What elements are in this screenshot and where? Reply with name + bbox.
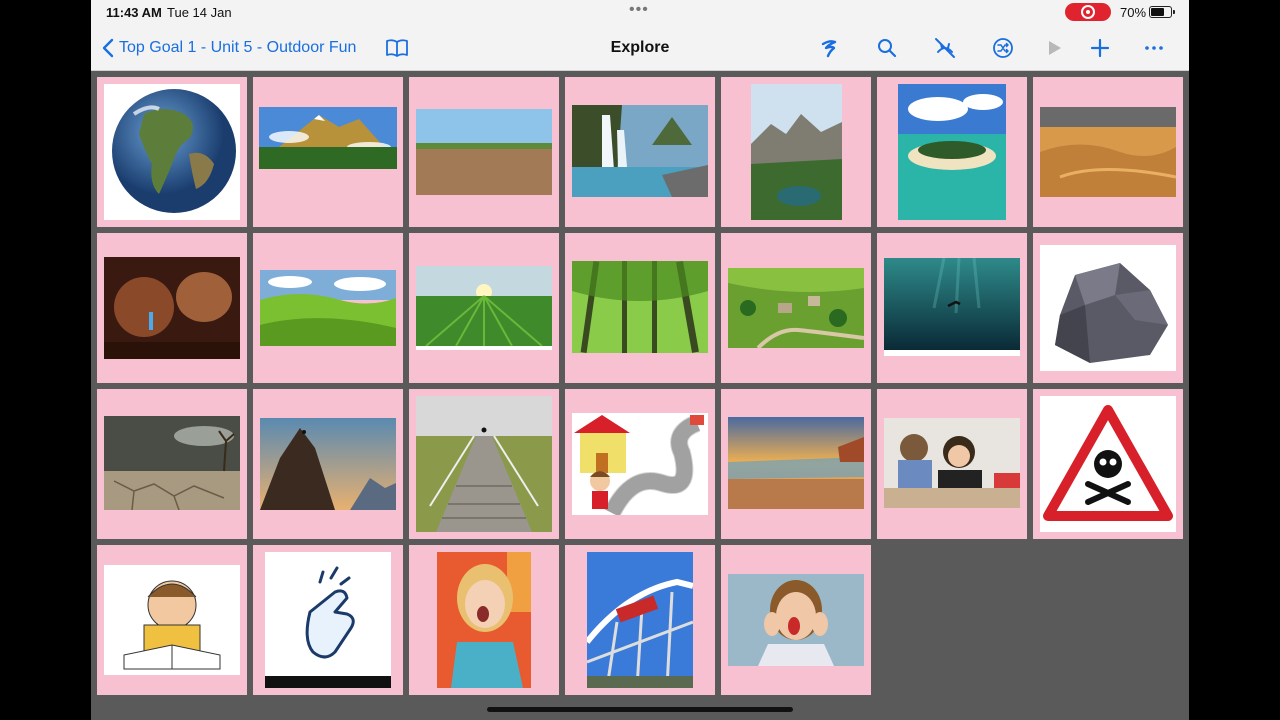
card-waterfall[interactable] [565, 77, 715, 227]
earth-globe-image [104, 84, 240, 220]
card-drought[interactable] [97, 389, 247, 539]
deep-ocean-diver-image [884, 258, 1020, 356]
back-button[interactable]: Top Goal 1 - Unit 5 - Outdoor Fun [101, 36, 356, 60]
card-beach[interactable] [721, 389, 871, 539]
add-icon[interactable] [1088, 36, 1112, 60]
desert-dunes-image [1040, 107, 1176, 197]
excited-girl-image [437, 552, 531, 688]
path-home-cartoon-image [572, 413, 708, 515]
card-shocked-boy[interactable] [721, 545, 871, 695]
card-mountain[interactable] [253, 77, 403, 227]
green-hills-image [260, 270, 396, 346]
shocked-boy-image [728, 574, 864, 666]
search-icon[interactable] [875, 36, 899, 60]
card-snap[interactable] [253, 545, 403, 695]
card-cave[interactable] [97, 233, 247, 383]
worried-boy-cartoon-image [104, 565, 240, 675]
card-ocean[interactable] [877, 233, 1027, 383]
danger-sign-image [1040, 396, 1176, 532]
rock-climber-image [260, 418, 396, 510]
back-button-label: Top Goal 1 - Unit 5 - Outdoor Fun [119, 39, 357, 56]
card-earth[interactable] [97, 77, 247, 227]
book-icon[interactable] [385, 38, 409, 58]
card-desert[interactable] [1033, 77, 1183, 227]
status-bar: 11:43 AM Tue 14 Jan ••• 70% [91, 0, 1189, 24]
chevron-left-icon [102, 38, 114, 58]
home-indicator[interactable] [487, 707, 793, 712]
card-path[interactable] [565, 389, 715, 539]
status-time: 11:43 AM [106, 5, 162, 20]
rock-image [1040, 245, 1176, 371]
more-icon[interactable] [1142, 36, 1166, 60]
rollercoaster-image [587, 552, 693, 688]
forest-image [572, 261, 708, 353]
island-image [898, 84, 1006, 220]
card-village[interactable] [721, 233, 871, 383]
card-rock[interactable] [1033, 233, 1183, 383]
snap-fingers-image [265, 552, 391, 688]
card-grid [91, 72, 1189, 702]
navigation-bar: Top Goal 1 - Unit 5 - Outdoor Fun Explor… [91, 24, 1189, 71]
village-image [728, 268, 864, 348]
screen-recording-icon[interactable] [1065, 3, 1111, 21]
hide-icon[interactable] [933, 36, 957, 60]
ipad-screen: 11:43 AM Tue 14 Jan ••• 70% Top Goal 1 -… [91, 0, 1189, 720]
card-climber[interactable] [253, 389, 403, 539]
card-worried[interactable] [97, 545, 247, 695]
card-bored[interactable] [877, 389, 1027, 539]
beach-sunset-image [728, 417, 864, 509]
waterfall-image [572, 105, 708, 197]
status-date: Tue 14 Jan [167, 5, 232, 20]
card-stairs[interactable] [409, 389, 559, 539]
card-excited-girl[interactable] [409, 545, 559, 695]
pencil-icon[interactable] [818, 36, 842, 60]
shuffle-icon[interactable] [991, 36, 1015, 60]
card-danger[interactable] [1033, 389, 1183, 539]
card-island[interactable] [877, 77, 1027, 227]
crop-field-image [416, 266, 552, 350]
bored-kids-image [884, 418, 1020, 508]
battery-percent: 70% [1120, 5, 1147, 20]
stairs-image [416, 396, 552, 532]
card-lake[interactable] [721, 77, 871, 227]
card-forest[interactable] [565, 233, 715, 383]
battery-icon [1149, 6, 1175, 18]
card-field[interactable] [409, 77, 559, 227]
cracked-earth-image [104, 416, 240, 510]
card-hills[interactable] [253, 233, 403, 383]
multitask-dots-icon[interactable]: ••• [629, 1, 649, 19]
mountain-image [259, 107, 397, 169]
card-farm[interactable] [409, 233, 559, 383]
play-icon[interactable] [1042, 36, 1066, 60]
dry-field-image [416, 109, 552, 195]
card-rollercoaster[interactable] [565, 545, 715, 695]
cave-image [104, 257, 240, 359]
mountain-lake-image [751, 84, 842, 220]
